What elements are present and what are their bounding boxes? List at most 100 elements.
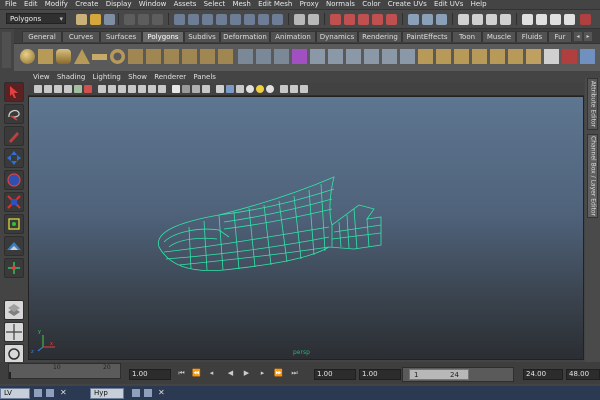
input-ops-icon[interactable] bbox=[408, 14, 419, 25]
show-channel-box-icon[interactable] bbox=[550, 14, 561, 25]
select-by-dynamic-icon[interactable] bbox=[244, 14, 255, 25]
wireframe-icon[interactable] bbox=[172, 85, 180, 93]
ipr-render-icon[interactable] bbox=[486, 14, 497, 25]
current-frame-field[interactable]: 1.00 bbox=[129, 369, 171, 380]
menu-color[interactable]: Color bbox=[362, 0, 380, 9]
move-tool-icon[interactable] bbox=[4, 148, 24, 168]
tab-polygons[interactable]: Polygons bbox=[142, 31, 184, 42]
render-frame-icon[interactable] bbox=[472, 14, 483, 25]
uv-cylindrical-icon[interactable] bbox=[562, 49, 577, 64]
save-scene-icon[interactable] bbox=[104, 14, 115, 25]
tab-curves[interactable]: Curves bbox=[62, 31, 100, 42]
outliner-layout-icon[interactable] bbox=[4, 344, 24, 364]
xray-joints-icon[interactable] bbox=[290, 85, 298, 93]
step-forward-key-icon[interactable]: ⏩ bbox=[274, 369, 283, 378]
new-scene-icon[interactable] bbox=[76, 14, 87, 25]
shelf-scroll-right-icon[interactable]: ▸ bbox=[584, 32, 592, 41]
tab-toon[interactable]: Toon bbox=[452, 31, 482, 42]
shadows-icon[interactable] bbox=[246, 85, 254, 93]
rotate-tool-icon[interactable] bbox=[4, 170, 24, 190]
render-settings-icon[interactable] bbox=[500, 14, 511, 25]
poly-cube-icon[interactable] bbox=[38, 49, 53, 64]
uv-automatic-icon[interactable] bbox=[580, 49, 595, 64]
panel-menu-renderer[interactable]: Renderer bbox=[154, 73, 186, 82]
tab-fluids[interactable]: Fluids bbox=[516, 31, 548, 42]
menu-edit[interactable]: Edit bbox=[24, 0, 38, 9]
menu-display[interactable]: Display bbox=[106, 0, 132, 9]
menu-mesh[interactable]: Mesh bbox=[232, 0, 250, 9]
isolate-select-icon[interactable] bbox=[216, 85, 224, 93]
poly-prism-icon[interactable] bbox=[128, 49, 143, 64]
highlight-selection-icon[interactable] bbox=[308, 14, 319, 25]
merge-icon[interactable] bbox=[508, 49, 523, 64]
menu-assets[interactable]: Assets bbox=[174, 0, 197, 9]
combine-icon[interactable] bbox=[238, 49, 253, 64]
camera-attributes-icon[interactable] bbox=[44, 85, 52, 93]
go-to-start-icon[interactable]: ⏮ bbox=[177, 369, 186, 378]
tab-deformation[interactable]: Deformation bbox=[220, 31, 270, 42]
x-ray-icon[interactable] bbox=[202, 85, 210, 93]
step-back-key-icon[interactable]: ⏪ bbox=[192, 369, 201, 378]
tab-subdivs[interactable]: Subdivs bbox=[184, 31, 220, 42]
isolate-view-icon[interactable] bbox=[280, 85, 288, 93]
snap-grid-icon[interactable] bbox=[330, 14, 341, 25]
range-slider[interactable]: 1 24 bbox=[402, 367, 514, 382]
poly-pipe-icon[interactable] bbox=[164, 49, 179, 64]
menu-create[interactable]: Create bbox=[75, 0, 98, 9]
menu-file[interactable]: File bbox=[5, 0, 17, 9]
append-polygon-icon[interactable] bbox=[382, 49, 397, 64]
menu-edit-mesh[interactable]: Edit Mesh bbox=[258, 0, 292, 9]
construction-history-icon[interactable] bbox=[436, 14, 447, 25]
universal-manipulator-icon[interactable] bbox=[4, 214, 24, 234]
playback-end-field[interactable]: 24.00 bbox=[523, 369, 563, 380]
close-icon[interactable]: ✕ bbox=[60, 388, 67, 398]
select-hierarchy-icon[interactable] bbox=[124, 14, 135, 25]
range-slider-handle[interactable]: 1 24 bbox=[409, 369, 469, 380]
show-manipulator-icon[interactable] bbox=[4, 258, 24, 278]
select-by-misc-icon[interactable] bbox=[272, 14, 283, 25]
snap-curve-icon[interactable] bbox=[344, 14, 355, 25]
tab-fur[interactable]: Fur bbox=[548, 31, 572, 42]
use-all-lights-icon[interactable] bbox=[236, 85, 244, 93]
select-by-handle-icon[interactable] bbox=[174, 14, 185, 25]
show-layer-editor-icon[interactable] bbox=[564, 14, 575, 25]
field-chart-icon[interactable] bbox=[138, 85, 146, 93]
time-slider[interactable]: 10 20 bbox=[8, 363, 121, 379]
insert-edge-loop-icon[interactable] bbox=[454, 49, 469, 64]
step-back-frame-icon[interactable]: ◂ bbox=[207, 369, 216, 378]
end-time-field[interactable]: 48.00 bbox=[566, 369, 600, 380]
four-view-layout-icon[interactable] bbox=[4, 322, 24, 342]
menu-help[interactable]: Help bbox=[471, 0, 487, 9]
scale-tool-icon[interactable] bbox=[4, 192, 24, 212]
menu-set-dropdown[interactable]: Polygons ▾ bbox=[6, 13, 66, 24]
select-component-icon[interactable] bbox=[152, 14, 163, 25]
mesh-wireframe[interactable] bbox=[29, 97, 585, 361]
paint-select-tool-icon[interactable] bbox=[4, 126, 24, 146]
bevel-icon[interactable] bbox=[490, 49, 505, 64]
step-forward-frame-icon[interactable]: ▸ bbox=[258, 369, 267, 378]
shelf-menu-handle[interactable] bbox=[2, 32, 11, 68]
extrude-icon[interactable] bbox=[418, 49, 433, 64]
select-by-surface-icon[interactable] bbox=[216, 14, 227, 25]
grid-icon[interactable] bbox=[98, 85, 106, 93]
menu-window[interactable]: Window bbox=[139, 0, 167, 9]
panel-menu-view[interactable]: View bbox=[33, 73, 50, 82]
film-gate-icon[interactable] bbox=[108, 85, 116, 93]
menu-normals[interactable]: Normals bbox=[326, 0, 355, 9]
maximize-icon[interactable] bbox=[46, 389, 54, 397]
poly-pyramid-icon[interactable] bbox=[146, 49, 161, 64]
close-icon[interactable]: ✕ bbox=[158, 388, 165, 398]
boolean-intersection-icon[interactable] bbox=[346, 49, 361, 64]
open-scene-icon[interactable] bbox=[90, 14, 101, 25]
motion-trail-icon[interactable] bbox=[300, 85, 308, 93]
uv-planar-icon[interactable] bbox=[526, 49, 541, 64]
snap-view-plane-icon[interactable] bbox=[372, 14, 383, 25]
mirror-geometry-icon[interactable] bbox=[364, 49, 379, 64]
high-quality-icon[interactable] bbox=[266, 85, 274, 93]
attribute-editor-tab[interactable]: Attribute Editor bbox=[587, 78, 598, 130]
select-object-icon[interactable] bbox=[138, 14, 149, 25]
boolean-union-icon[interactable] bbox=[310, 49, 325, 64]
poly-torus-icon[interactable] bbox=[110, 49, 125, 64]
lock-selection-icon[interactable] bbox=[294, 14, 305, 25]
output-ops-icon[interactable] bbox=[422, 14, 433, 25]
